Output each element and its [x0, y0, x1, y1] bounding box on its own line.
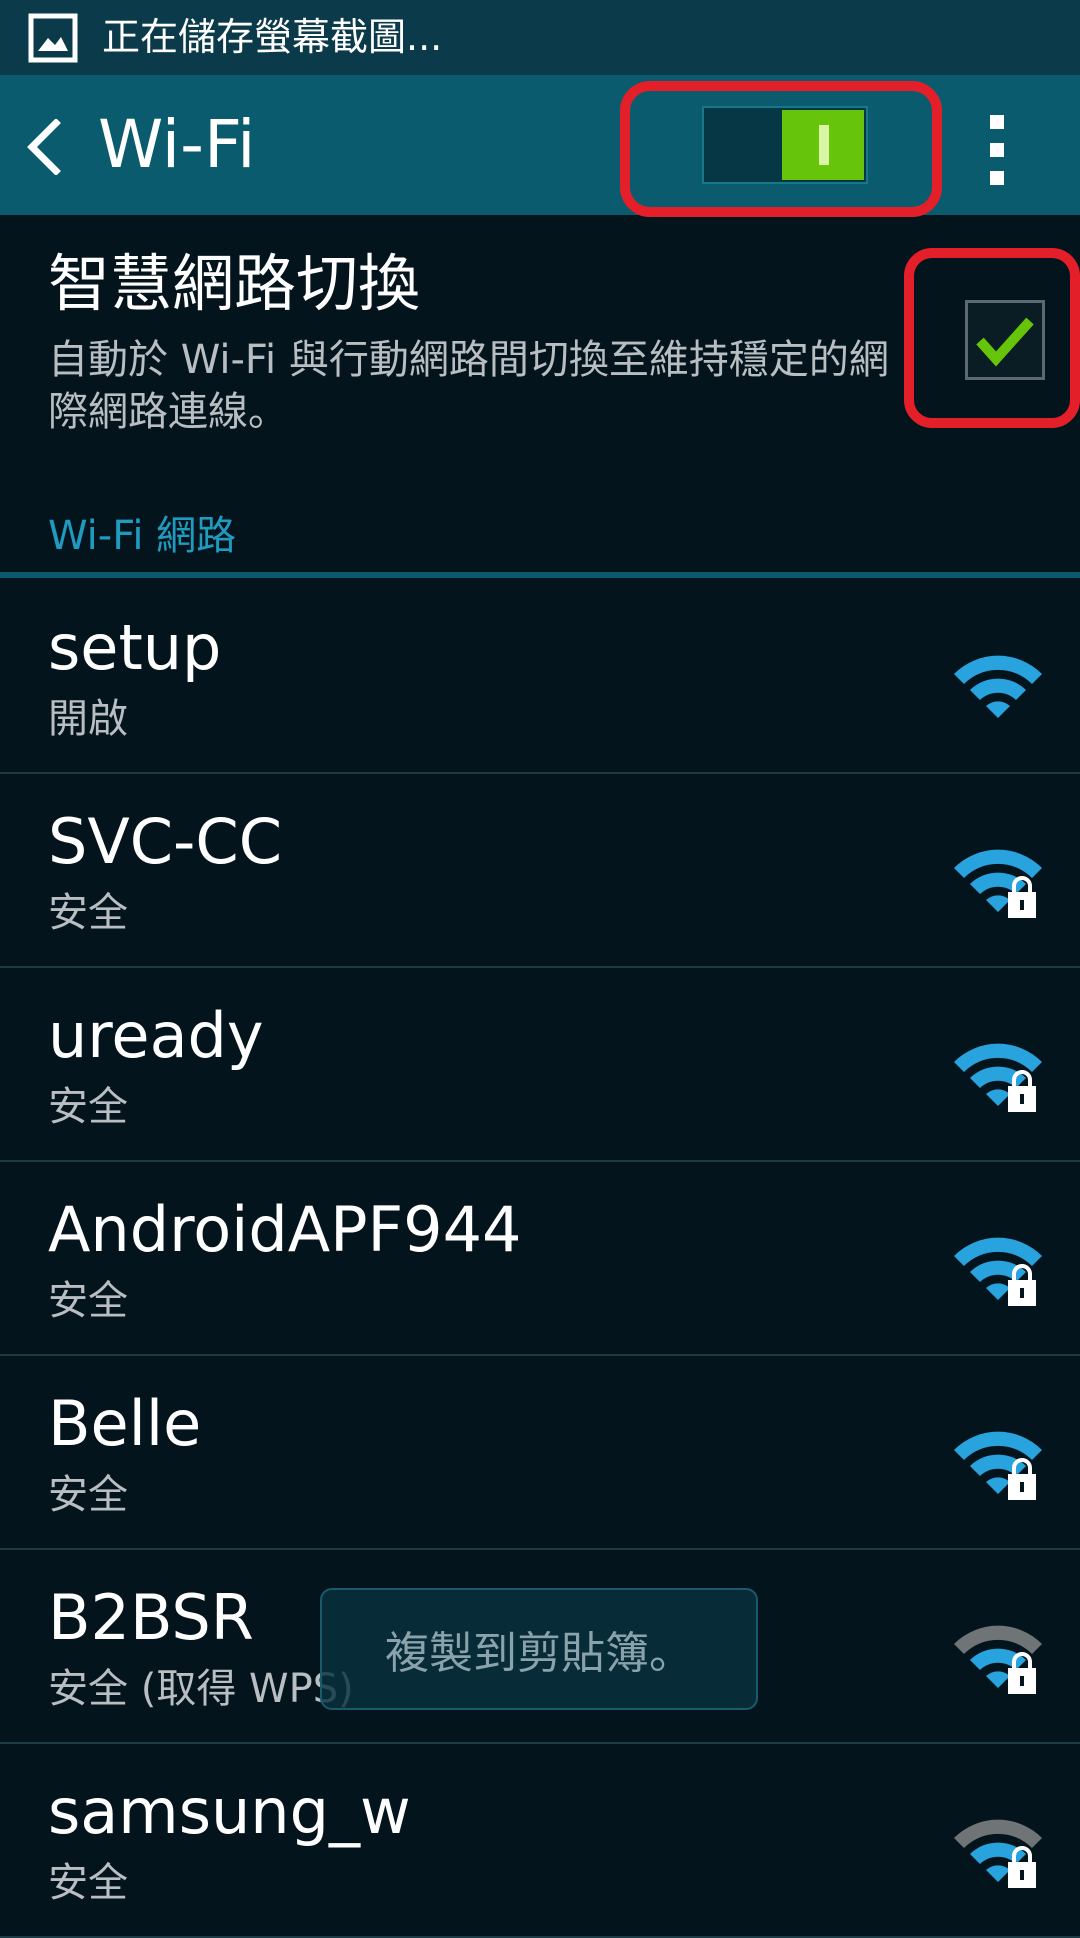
smart-switch-checkbox[interactable] — [965, 300, 1045, 380]
toast-text: 複製到剪貼簿。 — [385, 1628, 693, 1679]
vertical-dots-icon[interactable] — [984, 115, 1010, 185]
status-text: 正在儲存螢幕截圖... — [102, 15, 443, 59]
page-title[interactable]: Wi-Fi — [98, 105, 255, 185]
network-list: setup 開啟 SVC-CC 安全 uready 安全 AndroidAPF9… — [0, 580, 1080, 1938]
network-security: 開啟 — [48, 696, 128, 742]
wifi-signal-icon — [954, 1625, 1042, 1694]
network-ssid: B2BSR — [48, 1581, 254, 1654]
wifi-signal-icon — [954, 849, 1042, 918]
network-ssid: setup — [48, 611, 222, 684]
network-security: 安全 — [48, 1084, 128, 1130]
wifi-signal-icon — [954, 655, 1042, 718]
checkmark-icon — [976, 317, 1034, 367]
network-item[interactable]: setup 開啟 — [0, 580, 1080, 774]
smart-switch-description: 自動於 Wi-Fi 與行動網路間切換至維持穩定的網際網路連線。 — [48, 337, 889, 435]
toast-message: 複製到剪貼簿。 — [320, 1588, 758, 1710]
network-ssid: AndroidAPF944 — [48, 1193, 522, 1266]
network-item[interactable]: samsung_w 安全 — [0, 1744, 1080, 1938]
action-bar: Wi-Fi — [0, 75, 1080, 217]
network-item[interactable]: uready 安全 — [0, 968, 1080, 1162]
network-security: 安全 — [48, 1278, 128, 1324]
wifi-signal-icon — [954, 1819, 1042, 1888]
wifi-toggle[interactable] — [702, 106, 868, 184]
network-item[interactable]: AndroidAPF944 安全 — [0, 1162, 1080, 1356]
section-divider — [0, 572, 1080, 578]
chevron-left-icon[interactable] — [24, 119, 64, 175]
wifi-signal-icon — [954, 1431, 1042, 1500]
wifi-signal-icon — [954, 1043, 1042, 1112]
smart-switch-title: 智慧網路切換 — [48, 247, 421, 320]
network-item[interactable]: SVC-CC 安全 — [0, 774, 1080, 968]
network-security: 安全 — [48, 1860, 128, 1906]
screenshot-image-icon — [28, 13, 78, 63]
network-item[interactable]: Belle 安全 — [0, 1356, 1080, 1550]
network-ssid: uready — [48, 999, 264, 1072]
network-ssid: SVC-CC — [48, 805, 283, 878]
toggle-knob — [782, 110, 864, 180]
network-security: 安全 — [48, 1472, 128, 1518]
status-bar: 正在儲存螢幕截圖... — [0, 0, 1080, 75]
wifi-signal-icon — [954, 1237, 1042, 1306]
network-security: 安全 (取得 WPS) — [48, 1666, 354, 1712]
network-ssid: samsung_w — [48, 1775, 411, 1848]
network-security: 安全 — [48, 890, 128, 936]
network-ssid: Belle — [48, 1387, 202, 1460]
section-header: Wi-Fi 網路 — [48, 513, 237, 559]
